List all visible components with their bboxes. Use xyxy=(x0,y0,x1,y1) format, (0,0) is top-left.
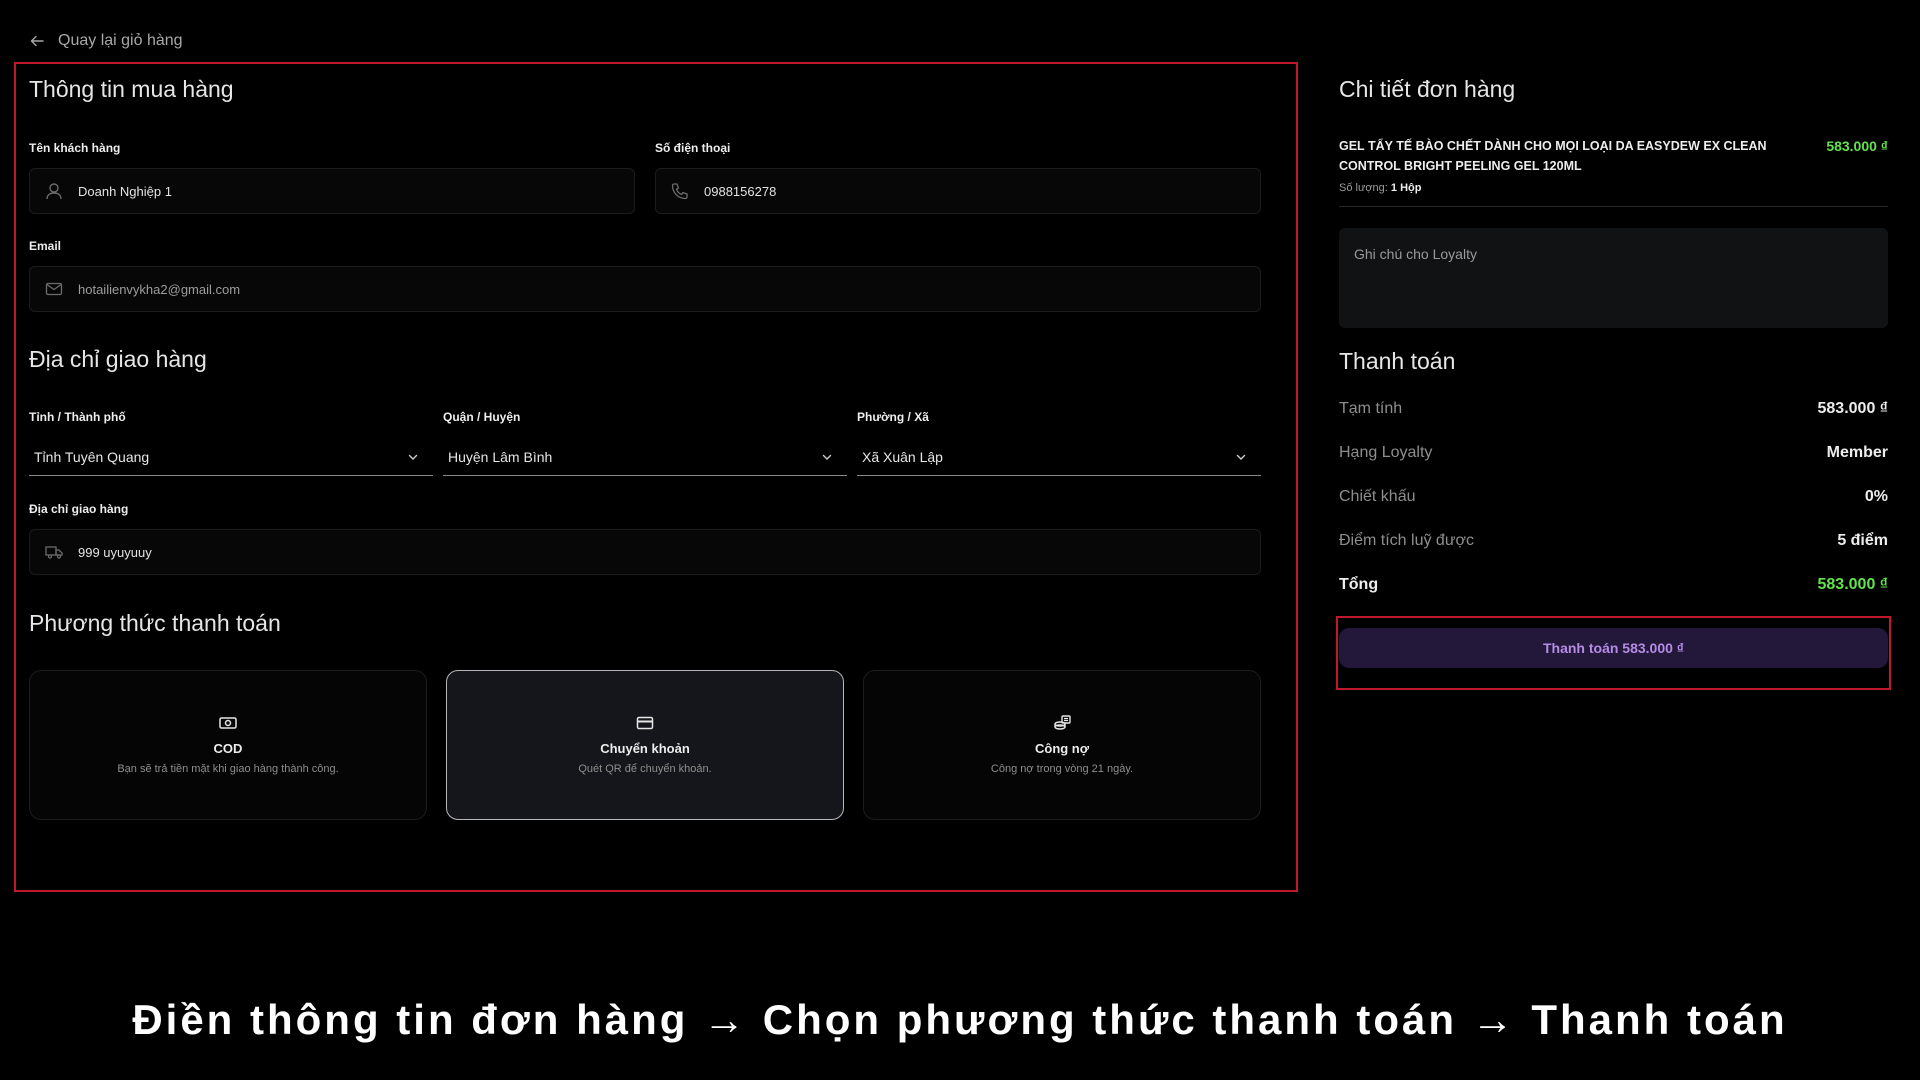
district-select[interactable]: Huyện Lâm Bình xyxy=(443,438,847,476)
payment-debt-desc: Công nợ trong vòng 21 ngày. xyxy=(990,763,1134,775)
back-to-cart-link[interactable]: Quay lại giỏ hàng xyxy=(30,30,183,52)
summary-value: 583.000 ₫ xyxy=(1817,400,1889,417)
summary-label: Tạm tính xyxy=(1339,400,1403,417)
address-value: 999 uyuyuuy xyxy=(78,544,152,560)
product-name: GEL TẨY TẾ BÀO CHẾT DÀNH CHO MỌI LOẠI DA… xyxy=(1339,139,1767,173)
summary-value: 583.000 ₫ xyxy=(1817,576,1889,593)
summary-label: Hạng Loyalty xyxy=(1339,444,1433,461)
summary-label: Tổng xyxy=(1339,576,1379,593)
customer-name-input[interactable]: Doanh Nghiệp 1 xyxy=(29,168,635,214)
province-select[interactable]: Tỉnh Tuyên Quang xyxy=(29,438,433,476)
mail-icon xyxy=(45,282,63,296)
user-icon xyxy=(46,183,62,200)
email-label: Email xyxy=(29,239,62,253)
district-label: Quận / Huyện xyxy=(443,410,521,424)
payment-option-cod[interactable]: COD Bạn sẽ trả tiền mặt khi giao hàng th… xyxy=(29,670,427,820)
summary-label: Chiết khấu xyxy=(1339,488,1416,505)
quantity-value: 1 Hộp xyxy=(1390,182,1422,194)
summary-value: 5 điểm xyxy=(1837,532,1888,549)
loyalty-note-placeholder: Ghi chú cho Loyalty xyxy=(1354,246,1477,262)
customer-name-label: Tên khách hàng xyxy=(29,141,121,155)
email-input[interactable]: hotailienvykha2@gmail.com xyxy=(29,266,1261,312)
product-quantity: Số lượng: 1 Hộp xyxy=(1339,182,1421,194)
phone-input[interactable]: 0988156278 xyxy=(655,168,1261,214)
address-input[interactable]: 999 uyuyuuy xyxy=(29,529,1261,575)
purchase-info-title: Thông tin mua hàng xyxy=(29,76,234,102)
chevron-down-icon xyxy=(408,454,418,460)
chevron-down-icon xyxy=(1236,454,1246,460)
order-details-title: Chi tiết đơn hàng xyxy=(1339,76,1516,102)
summary-row-loyalty-tier: Hạng Loyalty Member xyxy=(1339,444,1888,462)
chevron-down-icon xyxy=(822,454,832,460)
cash-icon xyxy=(219,717,237,729)
summary-label: Điểm tích luỹ được xyxy=(1339,532,1475,549)
address-label: Địa chỉ giao hàng xyxy=(29,502,129,516)
customer-name-value: Doanh Nghiệp 1 xyxy=(78,183,172,199)
payment-method-title: Phương thức thanh toán xyxy=(29,610,281,636)
email-value: hotailienvykha2@gmail.com xyxy=(78,281,241,297)
payment-option-debt[interactable]: Công nợ Công nợ trong vòng 21 ngày. xyxy=(863,670,1261,820)
tutorial-caption: Điền thông tin đơn hàng → Chọn phương th… xyxy=(132,996,1788,1043)
payment-transfer-name: Chuyển khoản xyxy=(600,741,690,756)
divider xyxy=(1339,206,1888,207)
summary-value: 0% xyxy=(1864,488,1888,505)
payment-cod-name: COD xyxy=(213,741,243,756)
payment-debt-name: Công nợ xyxy=(1034,741,1089,756)
credit-card-icon xyxy=(636,716,654,730)
summary-row-discount: Chiết khấu 0% xyxy=(1339,488,1888,506)
truck-icon xyxy=(45,546,63,559)
summary-row-points: Điểm tích luỹ được 5 điểm xyxy=(1339,532,1888,550)
arrow-left-icon xyxy=(30,35,44,47)
checkout-form-panel: Thông tin mua hàng Tên khách hàng Doanh … xyxy=(14,62,1298,892)
phone-label: Số điện thoại xyxy=(655,141,731,155)
back-label: Quay lại giỏ hàng xyxy=(58,32,183,49)
product-price: 583.000 ₫ xyxy=(1826,138,1888,154)
quantity-label: Số lượng: xyxy=(1339,182,1388,194)
payment-transfer-desc: Quét QR để chuyển khoản. xyxy=(578,763,712,775)
province-value: Tỉnh Tuyên Quang xyxy=(34,448,150,465)
province-label: Tỉnh / Thành phố xyxy=(29,410,126,424)
district-value: Huyện Lâm Bình xyxy=(448,448,553,465)
summary-value: Member xyxy=(1826,444,1888,461)
phone-value: 0988156278 xyxy=(704,183,777,199)
ward-value: Xã Xuân Lập xyxy=(862,448,943,465)
pay-button[interactable]: Thanh toán 583.000 ₫ xyxy=(1339,628,1888,668)
shipping-address-title: Địa chỉ giao hàng xyxy=(29,346,207,372)
loyalty-note-textarea[interactable]: Ghi chú cho Loyalty xyxy=(1339,228,1888,328)
coins-icon xyxy=(1054,715,1071,730)
payment-summary-title: Thanh toán xyxy=(1339,348,1456,374)
summary-row-total: Tổng 583.000 ₫ xyxy=(1339,576,1888,594)
ward-label: Phường / Xã xyxy=(857,410,929,424)
ward-select[interactable]: Xã Xuân Lập xyxy=(857,438,1261,476)
payment-cod-desc: Bạn sẽ trả tiền mặt khi giao hàng thành … xyxy=(117,763,339,775)
phone-icon xyxy=(671,183,688,200)
payment-option-transfer[interactable]: Chuyển khoản Quét QR để chuyển khoản. xyxy=(446,670,844,820)
summary-row-subtotal: Tạm tính 583.000 ₫ xyxy=(1339,400,1888,418)
